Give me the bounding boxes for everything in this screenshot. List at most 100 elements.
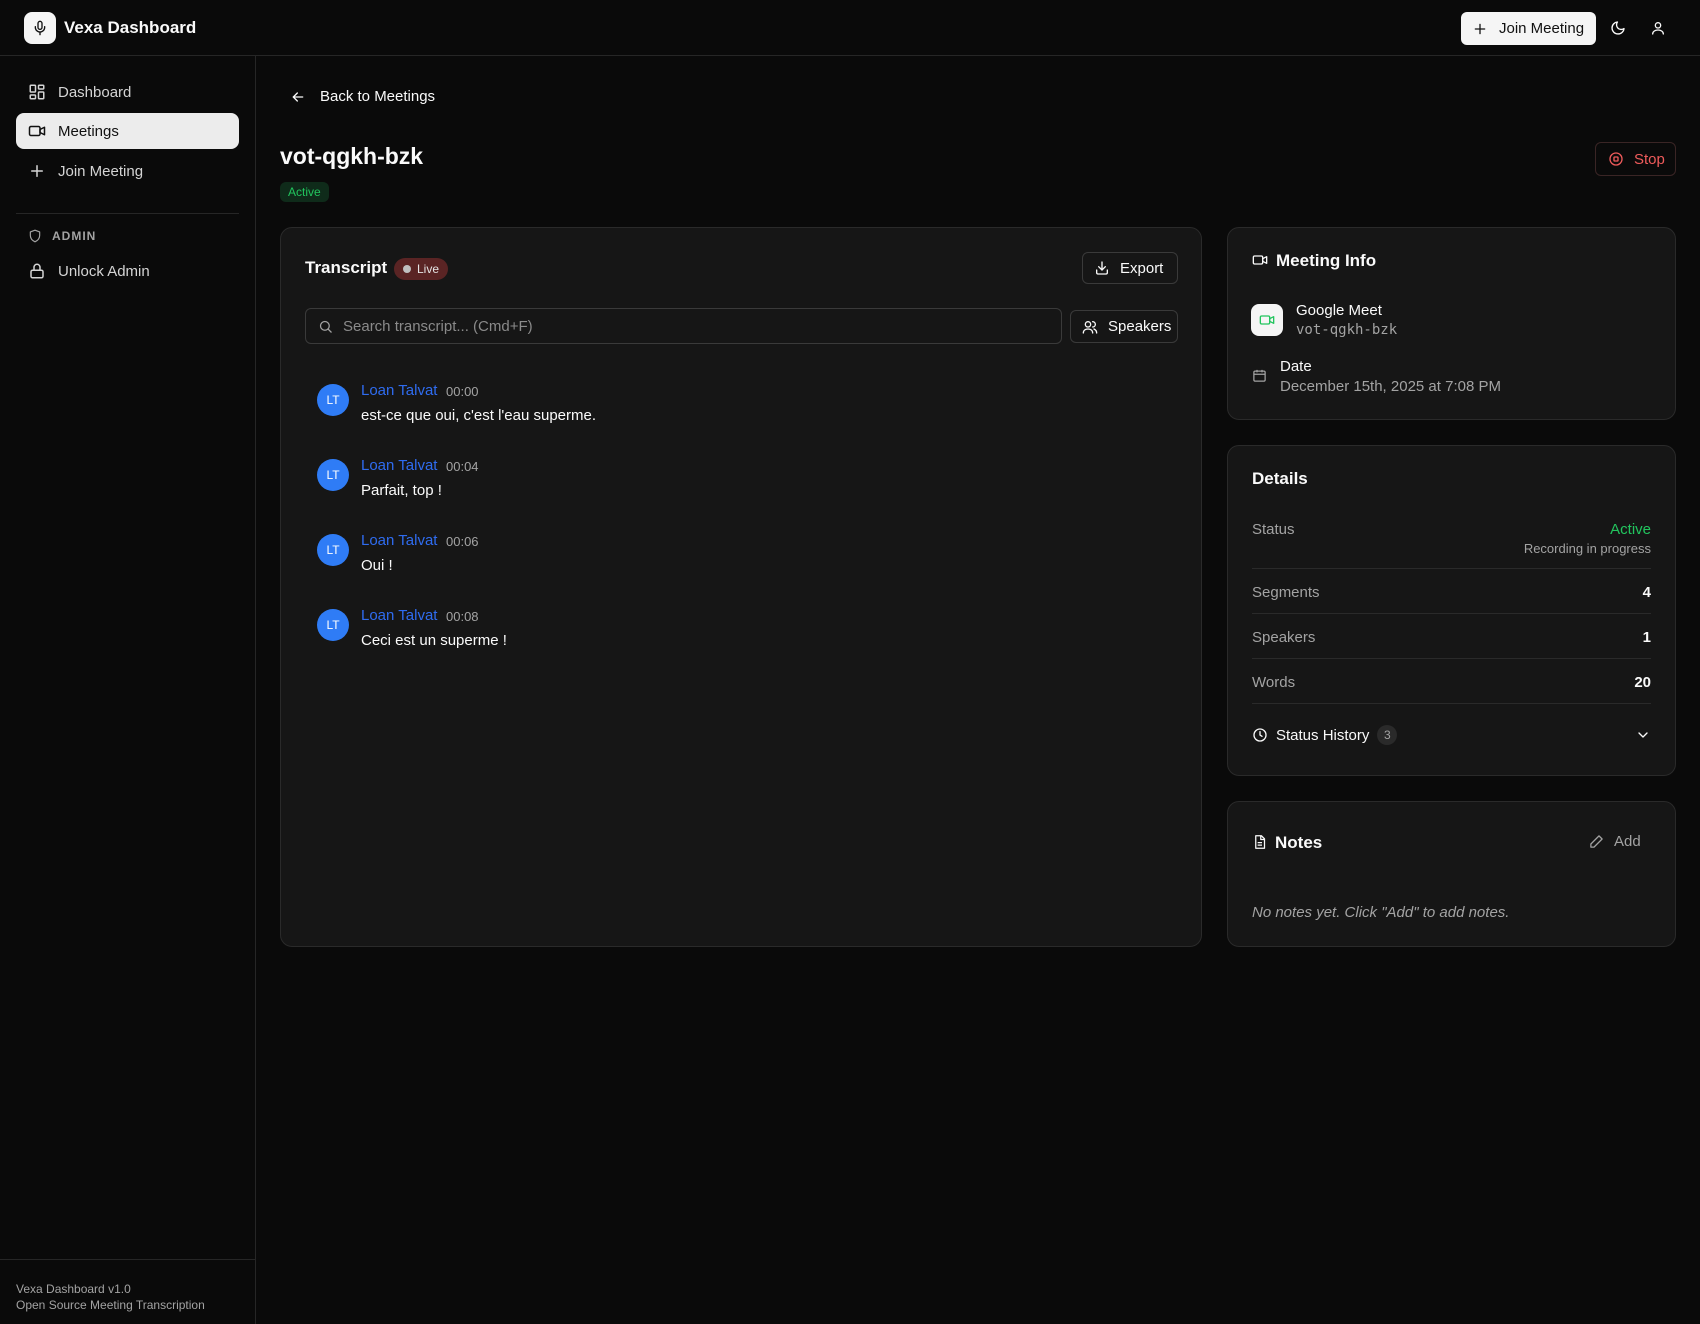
notes-empty-text: No notes yet. Click "Add" to add notes. bbox=[1252, 904, 1510, 921]
notes-title: Notes bbox=[1275, 833, 1323, 852]
google-meet-icon bbox=[1259, 315, 1275, 325]
export-label: Export bbox=[1120, 259, 1164, 277]
platform-name: Google Meet bbox=[1296, 302, 1382, 319]
stop-circle-icon bbox=[1609, 152, 1623, 166]
segment-timestamp: 00:04 bbox=[446, 459, 479, 474]
sidebar: Dashboard Meetings Join Meeting ADMIN Un… bbox=[0, 56, 256, 1324]
users-icon bbox=[1082, 320, 1098, 334]
speaker-name[interactable]: Loan Talvat bbox=[361, 532, 437, 549]
clock-icon bbox=[1253, 728, 1267, 742]
stop-label: Stop bbox=[1634, 150, 1665, 168]
arrow-left-icon bbox=[292, 91, 304, 102]
segment-timestamp: 00:08 bbox=[446, 609, 479, 624]
app-logo[interactable] bbox=[24, 12, 56, 44]
sidebar-item-meetings[interactable]: Meetings bbox=[16, 113, 239, 149]
chevron-down-icon bbox=[1638, 732, 1648, 738]
stop-button[interactable]: Stop bbox=[1595, 142, 1676, 176]
sidebar-item-label: Meetings bbox=[58, 122, 119, 140]
back-link-label: Back to Meetings bbox=[320, 88, 436, 105]
status-history-label: Status History bbox=[1276, 726, 1370, 744]
detail-value: 1 bbox=[1642, 629, 1651, 646]
avatar: LT bbox=[317, 609, 349, 641]
status-badge: Active bbox=[280, 182, 329, 202]
status-history-toggle[interactable]: Status History 3 bbox=[1252, 723, 1651, 747]
video-icon bbox=[1252, 255, 1268, 265]
detail-status-sub: Recording in progress bbox=[1523, 541, 1651, 556]
sidebar-item-unlock-admin[interactable]: Unlock Admin bbox=[16, 253, 239, 289]
avatar: LT bbox=[317, 459, 349, 491]
plus-icon bbox=[31, 165, 43, 177]
platform-logo bbox=[1251, 304, 1283, 336]
avatar: LT bbox=[317, 534, 349, 566]
sidebar-item-label: Dashboard bbox=[58, 83, 132, 101]
pencil-icon bbox=[1590, 835, 1603, 848]
join-meeting-button[interactable]: Join Meeting bbox=[1461, 12, 1596, 45]
dashboard-icon bbox=[29, 84, 45, 100]
app-title[interactable]: Vexa Dashboard bbox=[64, 18, 196, 38]
transcript-title: Transcript bbox=[305, 258, 388, 277]
user-icon bbox=[1652, 22, 1664, 35]
avatar: LT bbox=[317, 384, 349, 416]
join-meeting-label: Join Meeting bbox=[1499, 20, 1585, 37]
calendar-icon bbox=[1253, 369, 1266, 382]
live-dot-icon bbox=[403, 265, 411, 273]
search-icon bbox=[319, 320, 332, 333]
shield-icon bbox=[29, 229, 41, 243]
microphone-icon bbox=[34, 20, 46, 36]
lock-icon bbox=[30, 263, 44, 279]
note-icon bbox=[1255, 835, 1266, 849]
sidebar-divider bbox=[16, 213, 239, 214]
theme-toggle-button[interactable] bbox=[1606, 16, 1630, 40]
add-note-button[interactable]: Add bbox=[1589, 833, 1641, 850]
admin-section-heading: ADMIN bbox=[28, 229, 96, 243]
back-to-meetings-link[interactable]: Back to Meetings bbox=[290, 88, 435, 105]
transcript-segment[interactable]: LT Loan Talvat 00:06 Oui ! bbox=[317, 532, 1077, 592]
video-icon bbox=[28, 125, 46, 137]
transcript-segment[interactable]: LT Loan Talvat 00:08 Ceci est un superme… bbox=[317, 607, 1077, 667]
detail-row-words: Words 20 bbox=[1252, 659, 1651, 704]
top-bar: Vexa Dashboard Join Meeting bbox=[0, 0, 1700, 56]
speaker-name[interactable]: Loan Talvat bbox=[361, 457, 437, 474]
sidebar-item-label: Unlock Admin bbox=[58, 262, 150, 280]
search-placeholder: Search transcript... (Cmd+F) bbox=[343, 317, 533, 335]
detail-row-segments: Segments 4 bbox=[1252, 569, 1651, 614]
speaker-name[interactable]: Loan Talvat bbox=[361, 382, 437, 399]
details-title: Details bbox=[1252, 469, 1308, 488]
meeting-code: vot-qgkh-bzk bbox=[1296, 322, 1398, 338]
detail-row-speakers: Speakers 1 bbox=[1252, 614, 1651, 659]
status-history-count: 3 bbox=[1377, 725, 1398, 745]
live-badge: Live bbox=[394, 258, 449, 280]
sidebar-item-dashboard[interactable]: Dashboard bbox=[16, 74, 239, 110]
footer-tagline: Open Source Meeting Transcription bbox=[16, 1298, 205, 1312]
segment-text: est-ce que oui, c'est l'eau superme. bbox=[361, 407, 597, 424]
detail-label: Status bbox=[1252, 521, 1295, 538]
footer-version: Vexa Dashboard v1.0 bbox=[16, 1282, 131, 1296]
speaker-name[interactable]: Loan Talvat bbox=[361, 607, 437, 624]
sidebar-item-join-meeting[interactable]: Join Meeting bbox=[16, 153, 239, 189]
detail-value: 4 bbox=[1642, 584, 1651, 601]
add-note-label: Add bbox=[1614, 833, 1641, 850]
export-button[interactable]: Export bbox=[1082, 252, 1178, 284]
transcript-search-input[interactable]: Search transcript... (Cmd+F) bbox=[305, 308, 1062, 344]
page-title: vot-qgkh-bzk bbox=[280, 143, 424, 169]
date-label: Date bbox=[1280, 358, 1312, 375]
meeting-info-title: Meeting Info bbox=[1276, 251, 1377, 270]
segment-text: Parfait, top ! bbox=[361, 482, 442, 499]
moon-icon bbox=[1611, 21, 1625, 35]
plus-icon bbox=[1474, 23, 1486, 34]
segment-text: Ceci est un superme ! bbox=[361, 632, 507, 649]
segment-timestamp: 00:06 bbox=[446, 534, 479, 549]
notes-card bbox=[1227, 801, 1676, 947]
user-menu-button[interactable] bbox=[1646, 16, 1670, 40]
sidebar-footer: Vexa Dashboard v1.0 Open Source Meeting … bbox=[0, 1259, 255, 1324]
transcript-segment[interactable]: LT Loan Talvat 00:04 Parfait, top ! bbox=[317, 457, 1077, 517]
date-value: December 15th, 2025 at 7:08 PM bbox=[1280, 378, 1501, 395]
speakers-button[interactable]: Speakers bbox=[1070, 310, 1178, 343]
sidebar-item-label: Join Meeting bbox=[58, 162, 144, 180]
download-icon bbox=[1096, 261, 1108, 275]
segment-timestamp: 00:00 bbox=[446, 384, 479, 399]
detail-status-value: Active bbox=[1610, 521, 1651, 538]
speakers-label: Speakers bbox=[1108, 318, 1172, 335]
transcript-segment[interactable]: LT Loan Talvat 00:00 est-ce que oui, c'e… bbox=[317, 382, 1077, 442]
admin-section-label: ADMIN bbox=[52, 229, 97, 243]
